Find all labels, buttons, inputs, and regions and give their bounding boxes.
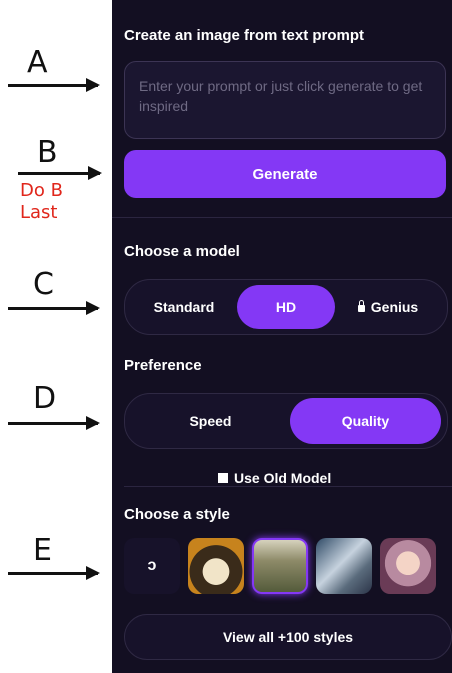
section-divider-2 — [124, 486, 452, 487]
preference-selector: Speed Quality — [124, 393, 448, 449]
annotation-arrow-e — [8, 566, 100, 580]
panda-thumbnail[interactable] — [188, 538, 244, 594]
model-selector: Standard HD Genius — [124, 279, 448, 335]
model-option-genius[interactable]: Genius — [335, 285, 441, 329]
style-heading: Choose a style — [124, 506, 230, 523]
model-heading: Choose a model — [124, 243, 240, 260]
annotation-arrow-b — [18, 166, 102, 180]
annotation-note: Do B Last — [20, 180, 63, 224]
checkbox-icon[interactable] — [218, 473, 228, 483]
girl-thumbnail[interactable] — [380, 538, 436, 594]
panel-title: Create an image from text prompt — [124, 27, 365, 44]
annotation-letter-d: D — [33, 381, 57, 416]
annotation-arrow-a — [8, 78, 100, 92]
style-thumbnails: ɔ — [124, 538, 436, 594]
annotation-letter-a: A — [27, 45, 48, 80]
generate-button[interactable]: Generate — [124, 150, 446, 198]
model-option-hd[interactable]: HD — [237, 285, 335, 329]
no-style-icon[interactable]: ɔ — [124, 538, 180, 594]
image-generator-panel: Create an image from text prompt Enter y… — [112, 0, 452, 673]
prompt-placeholder: Enter your prompt or just click generate… — [139, 78, 423, 114]
use-old-model-toggle[interactable]: Use Old Model — [218, 470, 331, 486]
annotation-letter-c: C — [33, 267, 54, 302]
annotation-note-line2: Last — [20, 202, 58, 223]
annotation-note-line1: Do B — [20, 180, 63, 201]
annotation-letter-b: B — [37, 135, 58, 170]
section-divider — [112, 217, 452, 218]
lock-icon — [357, 299, 365, 312]
model-option-genius-label: Genius — [370, 299, 419, 315]
model-option-standard[interactable]: Standard — [131, 285, 237, 329]
preference-heading: Preference — [124, 357, 202, 374]
use-old-model-label: Use Old Model — [234, 470, 332, 486]
annotation-arrow-d — [8, 416, 100, 430]
annotation-letter-e: E — [33, 533, 52, 568]
prompt-input[interactable]: Enter your prompt or just click generate… — [124, 61, 446, 139]
view-all-styles-button[interactable]: View all +100 styles — [124, 614, 452, 660]
forest-thumbnail[interactable] — [252, 538, 308, 594]
robot-thumbnail[interactable] — [316, 538, 372, 594]
preference-option-quality[interactable]: Quality — [289, 398, 441, 444]
annotation-arrow-c — [8, 301, 100, 315]
preference-option-speed[interactable]: Speed — [131, 398, 290, 444]
